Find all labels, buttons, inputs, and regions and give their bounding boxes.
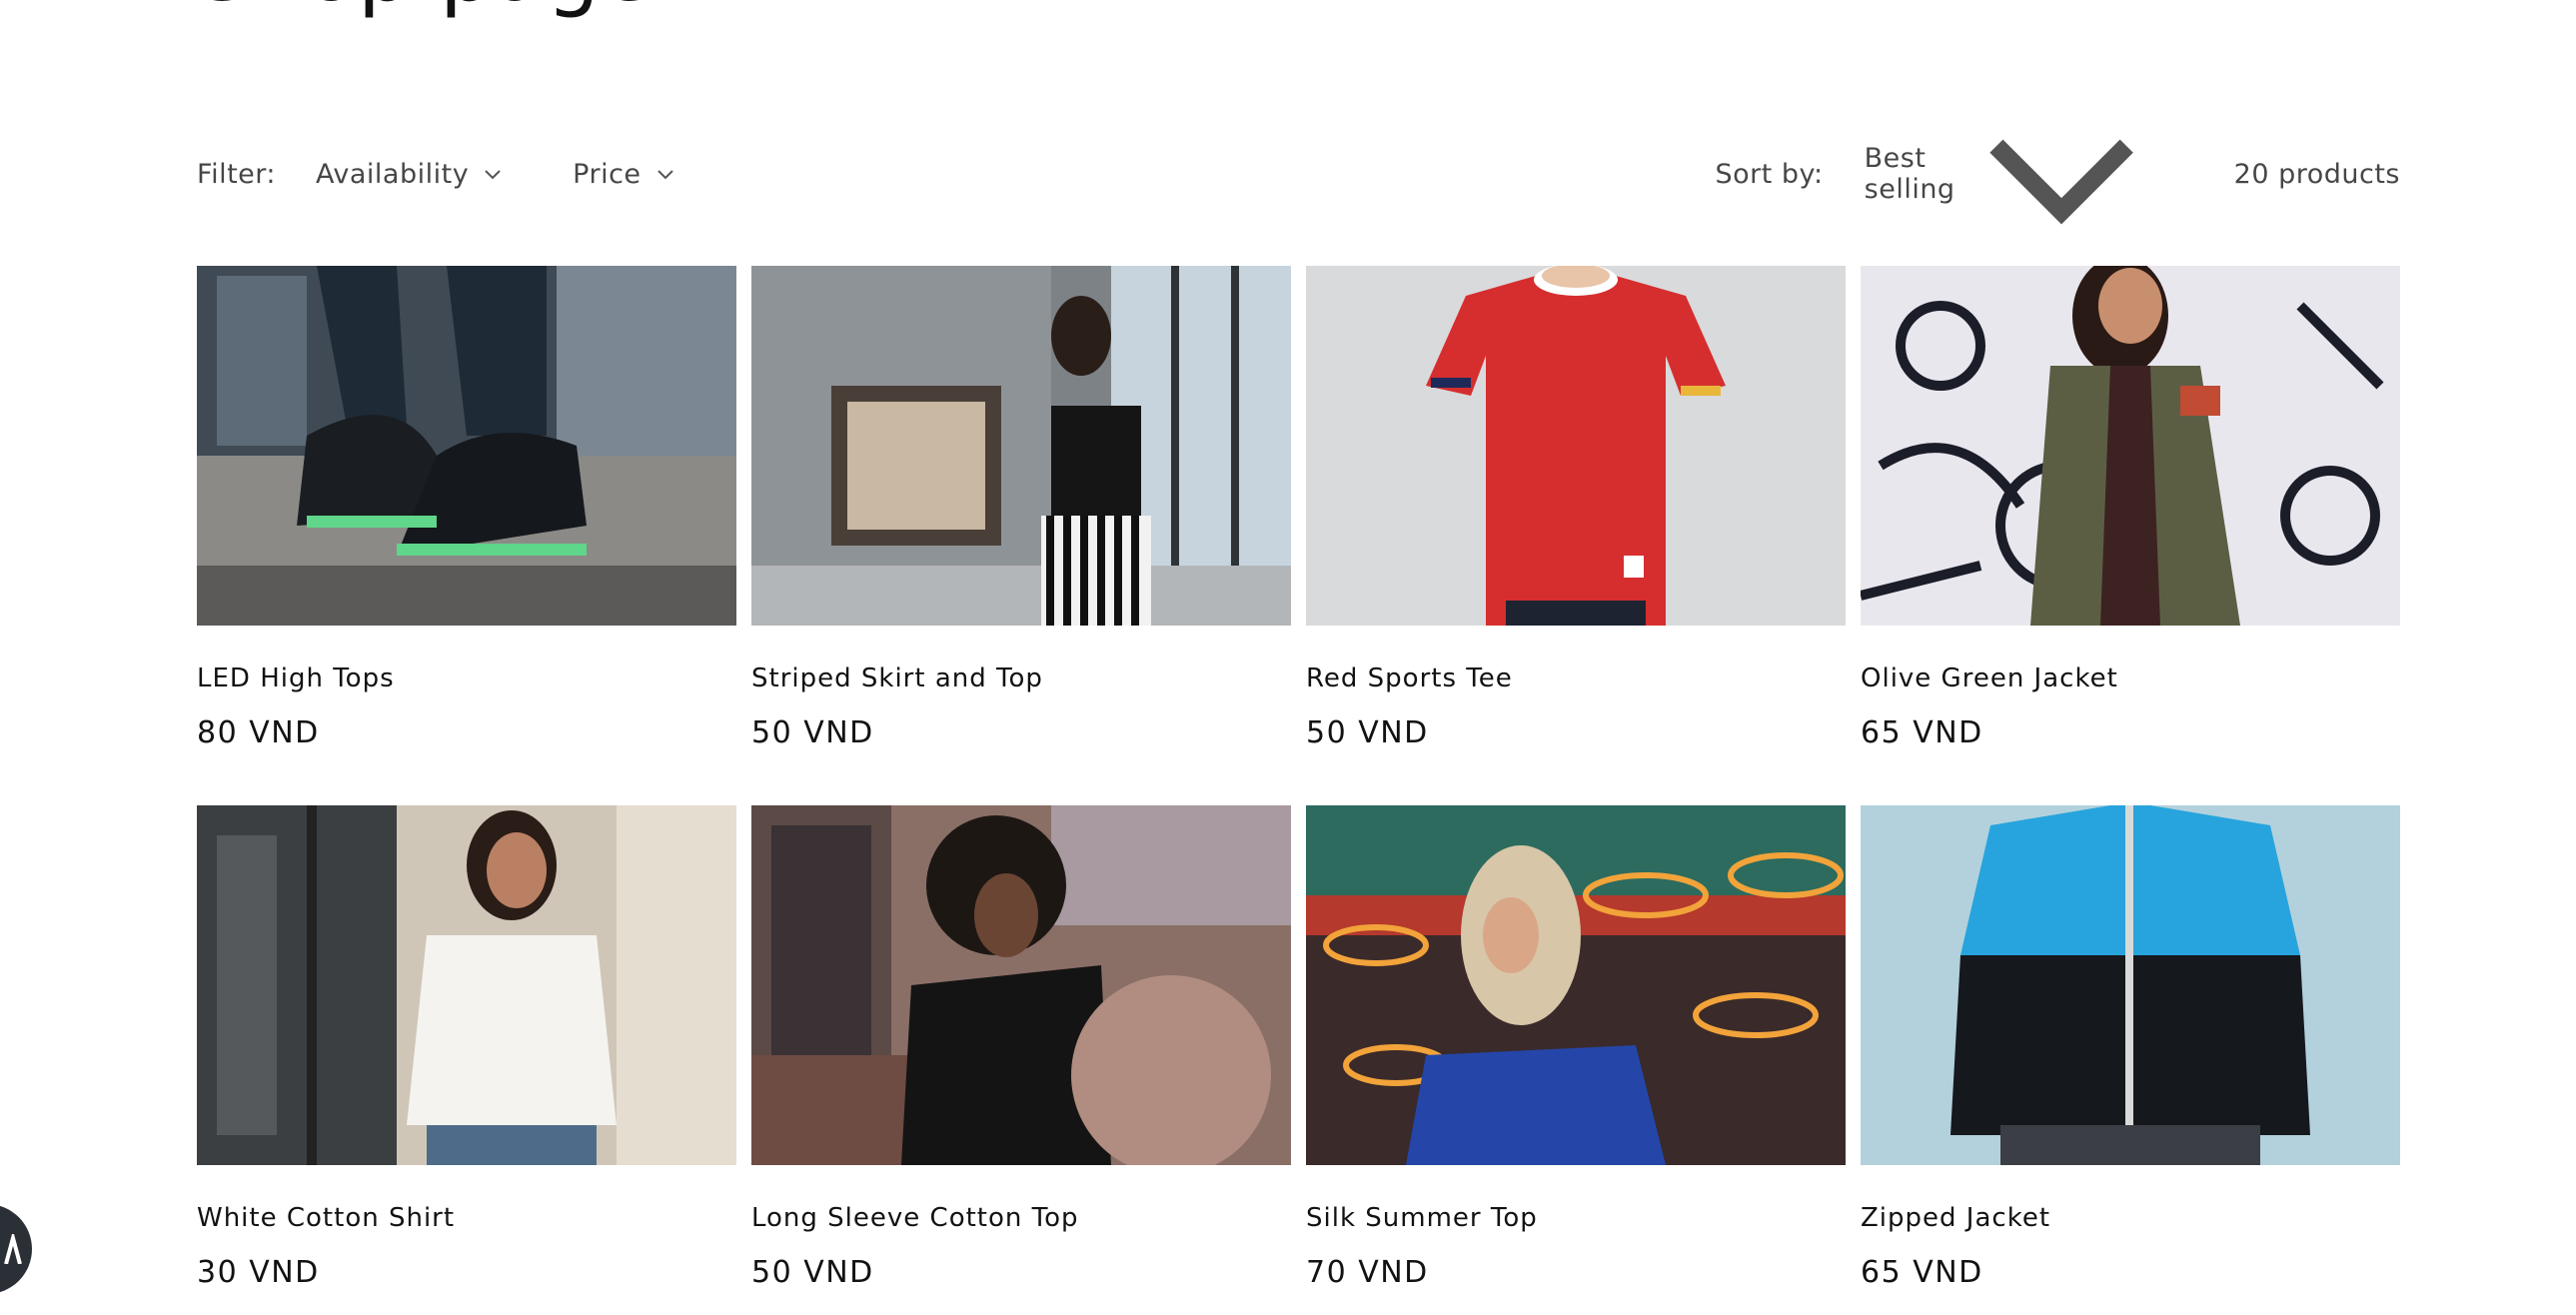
product-title[interactable]: Red Sports Tee: [1306, 660, 1846, 696]
product-card[interactable]: Long Sleeve Cotton Top 50 VND: [751, 805, 1291, 1315]
price-filter-dropdown[interactable]: Price: [573, 159, 674, 190]
product-count: 20 products: [2233, 158, 2400, 190]
sort-value: Best selling: [1864, 143, 1955, 205]
product-title[interactable]: Long Sleeve Cotton Top: [751, 1200, 1291, 1236]
product-card[interactable]: Zipped Jacket 65 VND: [1861, 805, 2400, 1315]
sort-label: Sort by:: [1715, 158, 1824, 190]
sort-select[interactable]: Best selling: [1865, 81, 2154, 267]
facet-toolbar: Filter: Availability Price Sort by: Best…: [197, 139, 2400, 225]
product-price: 30 VND: [197, 1255, 320, 1290]
product-grid: LED High Tops 80 VND Striped Skirt and T…: [197, 266, 2400, 1315]
chevron-down-icon: [656, 170, 673, 180]
availability-filter-dropdown[interactable]: Availability: [316, 159, 503, 190]
product-card[interactable]: Olive Green Jacket 65 VND: [1861, 266, 2400, 805]
product-image[interactable]: [751, 805, 1291, 1165]
product-card[interactable]: White Cotton Shirt 30 VND: [197, 805, 736, 1315]
product-image[interactable]: [197, 266, 736, 626]
floating-action-button[interactable]: [0, 1204, 32, 1294]
product-title[interactable]: LED High Tops: [197, 660, 736, 696]
product-image[interactable]: [1861, 805, 2400, 1165]
product-price: 50 VND: [1306, 715, 1429, 750]
product-price: 50 VND: [751, 715, 874, 750]
product-image[interactable]: [1306, 266, 1846, 626]
price-filter-label: Price: [573, 158, 642, 190]
collection-page: Shop page Filter: Availability Price Sor…: [0, 0, 2576, 1315]
page-title: Shop page: [197, 0, 653, 20]
product-card[interactable]: LED High Tops 80 VND: [197, 266, 736, 805]
chevron-down-icon: [485, 170, 501, 180]
product-price: 65 VND: [1861, 1255, 1983, 1290]
product-image[interactable]: [1861, 266, 2400, 626]
product-card[interactable]: Red Sports Tee 50 VND: [1306, 266, 1846, 805]
product-image[interactable]: [1306, 805, 1846, 1165]
chevron-down-icon: [1988, 139, 2133, 225]
app-icon: [4, 1234, 22, 1264]
filter-label: Filter:: [197, 158, 276, 190]
product-title[interactable]: Olive Green Jacket: [1861, 660, 2400, 696]
product-image[interactable]: [197, 805, 736, 1165]
product-image[interactable]: [751, 266, 1291, 626]
availability-label: Availability: [316, 158, 470, 190]
product-title[interactable]: White Cotton Shirt: [197, 1200, 736, 1236]
product-card[interactable]: Silk Summer Top 70 VND: [1306, 805, 1846, 1315]
product-card[interactable]: Striped Skirt and Top 50 VND: [751, 266, 1291, 805]
product-title[interactable]: Silk Summer Top: [1306, 1200, 1846, 1236]
product-title[interactable]: Striped Skirt and Top: [751, 660, 1291, 696]
product-price: 50 VND: [751, 1255, 874, 1290]
product-price: 65 VND: [1861, 715, 1983, 750]
product-price: 80 VND: [197, 715, 320, 750]
product-title[interactable]: Zipped Jacket: [1861, 1200, 2400, 1236]
product-price: 70 VND: [1306, 1255, 1429, 1290]
